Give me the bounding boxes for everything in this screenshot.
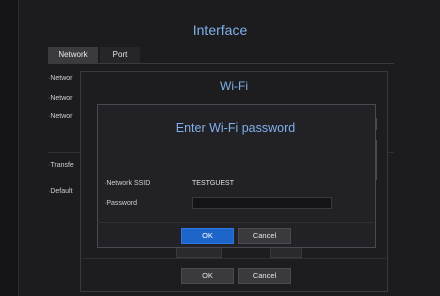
tab-divider <box>48 63 394 64</box>
ok-button[interactable]: OK <box>181 268 234 284</box>
row-label-network-3: Networ <box>48 113 72 120</box>
password-dialog-divider <box>97 222 374 223</box>
cancel-button[interactable]: Cancel <box>238 268 291 284</box>
password-cancel-button[interactable]: Cancel <box>238 228 291 244</box>
password-input[interactable] <box>192 197 332 209</box>
wifi-divider <box>80 258 386 259</box>
tab-network[interactable]: Network <box>48 47 98 63</box>
tab-port[interactable]: Port <box>100 47 140 63</box>
row-label-transfer: Transfe <box>48 162 73 169</box>
row-label-network-1: Networ <box>48 75 72 82</box>
password-ok-button[interactable]: OK <box>181 228 234 244</box>
row-label-default: Default <box>48 188 72 195</box>
row-label-network-2: Networ <box>48 95 72 102</box>
password-label: Password <box>104 200 137 207</box>
wifi-dialog-title: Wi-Fi <box>220 79 248 93</box>
network-ssid-label: Network SSID <box>104 180 150 187</box>
password-dialog-title: Enter Wi-Fi password <box>175 121 296 135</box>
network-ssid-value: TESTGUEST <box>192 180 235 187</box>
interface-title: Interface <box>192 22 248 38</box>
